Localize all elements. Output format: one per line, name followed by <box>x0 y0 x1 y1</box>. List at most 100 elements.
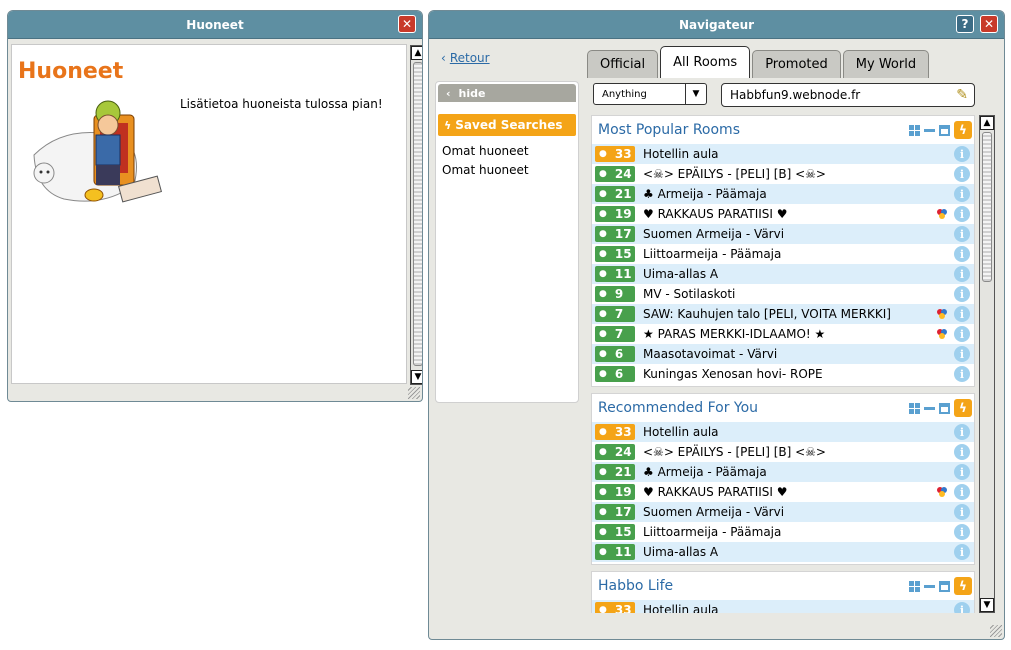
back-link[interactable]: ‹ Retour <box>441 51 490 65</box>
info-icon[interactable]: i <box>954 544 970 560</box>
pencil-icon[interactable]: ✎ <box>956 87 968 103</box>
huoneet-resize-grip[interactable] <box>408 387 420 399</box>
maximize-icon[interactable] <box>939 124 950 136</box>
room-row[interactable]: ● 21 ♣ Armeija - Päämaja i <box>592 462 974 482</box>
info-icon[interactable]: i <box>954 246 970 262</box>
navigator-resize-grip[interactable] <box>990 625 1002 637</box>
chevron-down-icon[interactable]: ▼ <box>685 84 706 104</box>
lightning-icon[interactable]: ϟ <box>954 577 972 595</box>
sidebar-link-omat-huoneet-2[interactable]: Omat huoneet <box>442 163 529 177</box>
navigator-titlebar[interactable]: Navigateur ? ✕ <box>429 11 1004 39</box>
info-icon[interactable]: i <box>954 346 970 362</box>
person-icon: ● <box>599 447 607 457</box>
info-icon[interactable]: i <box>954 306 970 322</box>
room-row[interactable]: ● 17 Suomen Armeija - Värvi i <box>592 502 974 522</box>
lightning-icon[interactable]: ϟ <box>954 399 972 417</box>
room-row[interactable]: ● 6 Kuningas Xenosan hovi- ROPE i <box>592 364 974 384</box>
huoneet-scroll-thumb[interactable] <box>413 62 422 366</box>
huoneet-window-title: Huoneet <box>186 17 244 32</box>
room-row[interactable]: ● 9 MV - Sotilaskoti i <box>592 284 974 304</box>
room-row[interactable]: ● 17 Suomen Armeija - Värvi i <box>592 224 974 244</box>
info-icon[interactable]: i <box>954 326 970 342</box>
room-name: Liittoarmeija - Päämaja <box>643 247 782 261</box>
tab-my-world[interactable]: My World <box>842 50 930 78</box>
grid-view-icon[interactable] <box>909 124 920 136</box>
scroll-up-icon[interactable]: ▲ <box>411 46 422 60</box>
saved-searches-button[interactable]: ϟ Saved Searches <box>438 114 576 136</box>
user-count-badge: ● 17 <box>595 226 635 242</box>
room-name: <☠> EPÄILYS - [PELI] [B] <☠> <box>643 167 826 181</box>
room-name: Uima-allas A <box>643 267 719 281</box>
tab-all-rooms[interactable]: All Rooms <box>660 46 751 78</box>
room-row[interactable]: ● 7 SAW: Kauhujen talo [PELI, VOITA MERKKI… <box>592 304 974 324</box>
person-icon: ● <box>599 547 607 557</box>
minimize-icon[interactable] <box>924 584 935 588</box>
person-icon: ● <box>599 527 607 537</box>
user-count-badge: ● 9 <box>595 286 635 302</box>
info-icon[interactable]: i <box>954 146 970 162</box>
info-icon[interactable]: i <box>954 444 970 460</box>
rooms-scrollbar[interactable]: ▲ ▼ <box>979 115 995 613</box>
section-title: Recommended For You <box>598 400 759 416</box>
minimize-icon[interactable] <box>924 406 935 410</box>
scroll-up-icon[interactable]: ▲ <box>980 116 994 130</box>
huoneet-scrollbar[interactable]: ▲ ▼ <box>410 45 422 385</box>
info-icon[interactable]: i <box>954 602 970 613</box>
user-count-badge: ● 7 <box>595 326 635 342</box>
room-row[interactable]: ● 21 ♣ Armeija - Päämaja i <box>592 184 974 204</box>
room-row[interactable]: ● 19 ♥ RAKKAUS PARATIISI ♥ i <box>592 204 974 224</box>
room-row[interactable]: ● 19 ♥ RAKKAUS PARATIISI ♥ i <box>592 482 974 502</box>
scroll-down-icon[interactable]: ▼ <box>980 598 994 612</box>
room-row[interactable]: ● 33 Hotellin aula i <box>592 600 974 613</box>
room-row[interactable]: ● 15 Liittoarmeija - Päämaja i <box>592 522 974 542</box>
info-icon[interactable]: i <box>954 286 970 302</box>
sidebar-link-omat-huoneet[interactable]: Omat huoneet <box>442 144 529 158</box>
grid-view-icon[interactable] <box>909 580 920 592</box>
info-icon[interactable]: i <box>954 266 970 282</box>
tab-promoted[interactable]: Promoted <box>752 50 841 78</box>
hide-sidebar-button[interactable]: ‹ hide <box>438 84 576 102</box>
user-count-badge: ● 21 <box>595 464 635 480</box>
room-row[interactable]: ● 11 Uima-allas A i <box>592 542 974 562</box>
room-row[interactable]: ● 7 ★ PARAS MERKKI-IDLAAMO! ★ i <box>592 324 974 344</box>
user-count-badge: ● 11 <box>595 266 635 282</box>
user-count-badge: ● 21 <box>595 186 635 202</box>
maximize-icon[interactable] <box>939 580 950 592</box>
info-icon[interactable]: i <box>954 186 970 202</box>
room-row[interactable]: ● 6 Maasotavoimat - Värvi i <box>592 344 974 364</box>
person-icon: ● <box>599 229 607 239</box>
info-icon[interactable]: i <box>954 464 970 480</box>
room-row[interactable]: ● 24 <☠> EPÄILYS - [PELI] [B] <☠> i <box>592 164 974 184</box>
room-filter-select[interactable]: Anything ▼ <box>593 83 707 105</box>
info-icon[interactable]: i <box>954 366 970 382</box>
huoneet-close-button[interactable]: ✕ <box>398 15 416 33</box>
room-search-input[interactable]: Habbfun9.webnode.fr ✎ <box>721 83 975 107</box>
room-row[interactable]: ● 15 Liittoarmeija - Päämaja i <box>592 244 974 264</box>
info-icon[interactable]: i <box>954 504 970 520</box>
rooms-scroll-thumb[interactable] <box>982 132 992 282</box>
navigator-close-button[interactable]: ✕ <box>980 15 998 33</box>
room-row[interactable]: ● 33 Hotellin aula i <box>592 422 974 442</box>
info-icon[interactable]: i <box>954 206 970 222</box>
info-icon[interactable]: i <box>954 424 970 440</box>
person-icon: ● <box>599 467 607 477</box>
info-icon[interactable]: i <box>954 484 970 500</box>
huoneet-titlebar[interactable]: Huoneet ✕ <box>8 11 422 39</box>
person-icon: ● <box>599 369 607 379</box>
info-icon[interactable]: i <box>954 226 970 242</box>
room-name: Suomen Armeija - Värvi <box>643 505 785 519</box>
room-row[interactable]: ● 24 <☠> EPÄILYS - [PELI] [B] <☠> i <box>592 442 974 462</box>
minimize-icon[interactable] <box>924 128 935 132</box>
tab-official[interactable]: Official <box>587 50 659 78</box>
room-row[interactable]: ● 11 Uima-allas A i <box>592 264 974 284</box>
room-row[interactable]: ● 33 Hotellin aula i <box>592 144 974 164</box>
room-name: ♥ RAKKAUS PARATIISI ♥ <box>643 485 788 499</box>
info-icon[interactable]: i <box>954 166 970 182</box>
maximize-icon[interactable] <box>939 402 950 414</box>
lightning-icon[interactable]: ϟ <box>954 121 972 139</box>
scroll-down-icon[interactable]: ▼ <box>411 370 422 384</box>
help-button[interactable]: ? <box>956 15 974 33</box>
room-section: Habbo Life ϟ ● 33 Hotellin aula i <box>591 571 975 613</box>
info-icon[interactable]: i <box>954 524 970 540</box>
grid-view-icon[interactable] <box>909 402 920 414</box>
